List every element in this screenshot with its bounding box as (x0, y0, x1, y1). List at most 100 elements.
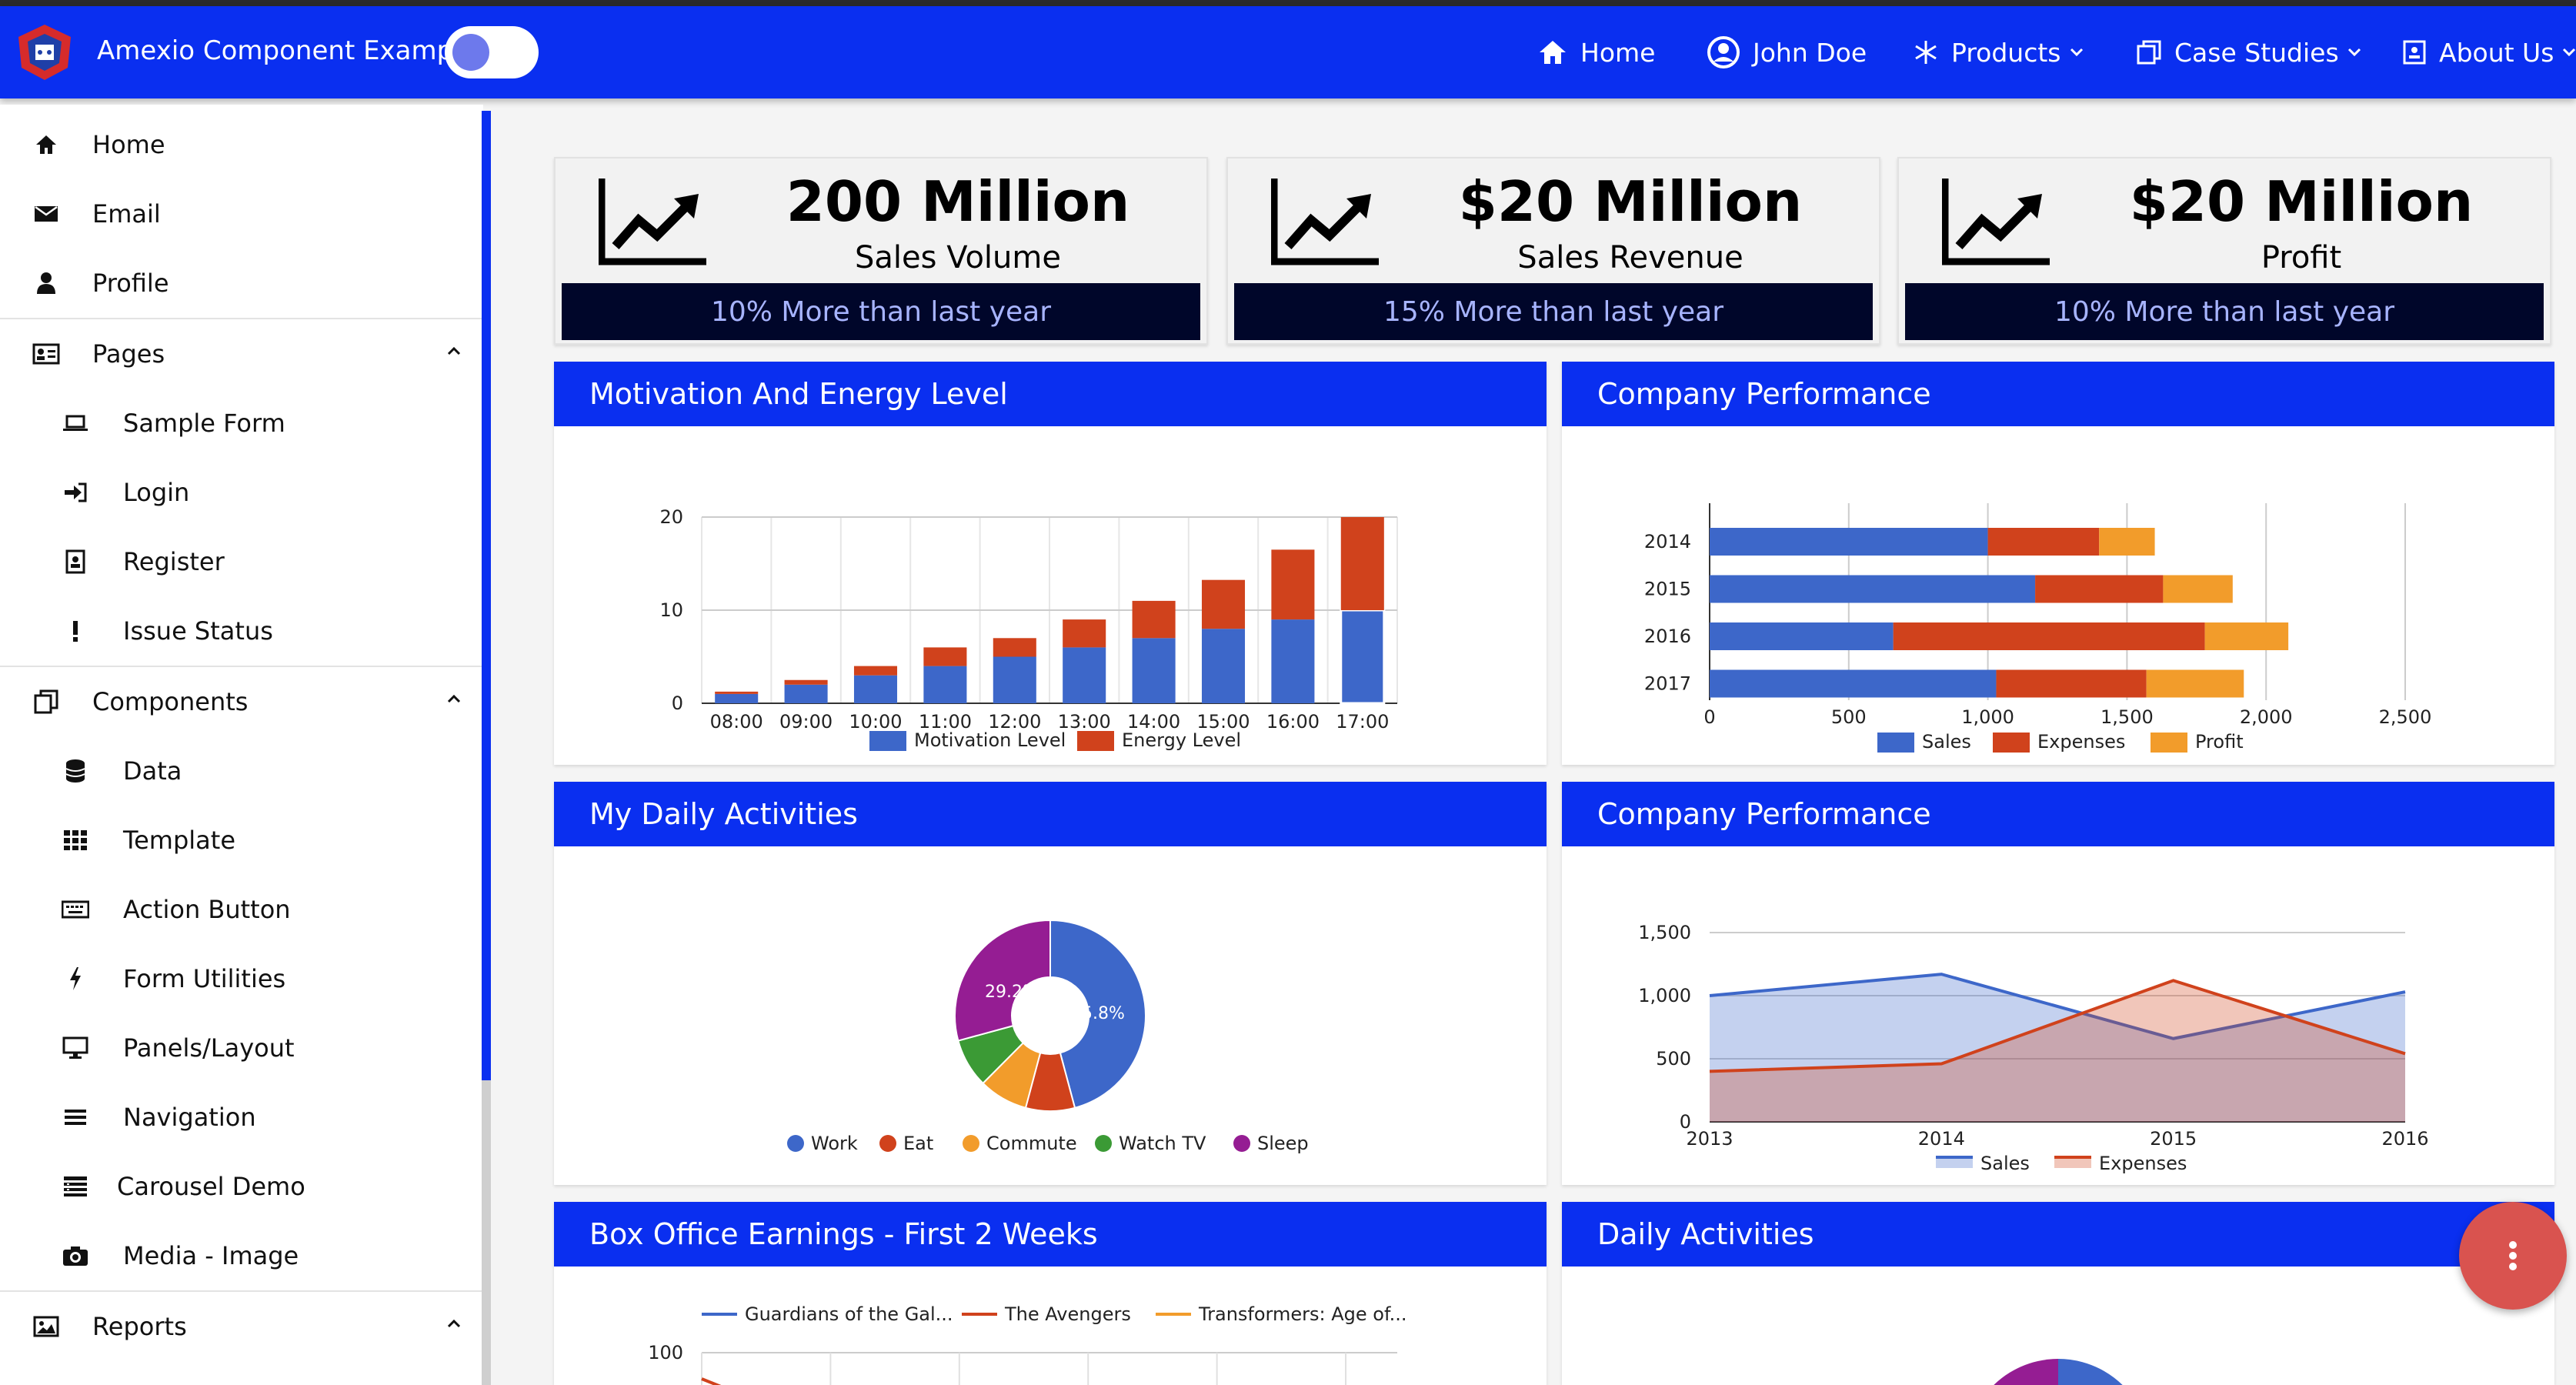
sidebar-item-data[interactable]: Data (0, 736, 482, 806)
sidebar-item-home[interactable]: Home (0, 110, 482, 179)
legend-label: Commute (986, 1133, 1077, 1154)
pie-chart (1994, 1359, 2123, 1385)
sidebar-group-label: Pages (92, 339, 165, 369)
sidebar-item-panels-layout[interactable]: Panels/Layout (0, 1013, 482, 1083)
y-tick-label: 0 (672, 692, 683, 714)
legend-label: Guardians of the Gal... (745, 1303, 953, 1325)
x-tick-label: 2,000 (2240, 706, 2293, 728)
bar-segment (1987, 528, 2100, 556)
sidebar-item-form-utilities[interactable]: Form Utilities (0, 944, 482, 1013)
y-tick-label: 10 (659, 599, 683, 621)
sidebar-item-register[interactable]: Register (0, 527, 482, 596)
sidebar-item-sample-form[interactable]: Sample Form (0, 389, 482, 458)
theme-toggle[interactable] (445, 26, 539, 78)
app-title: Amexio Component Examples (97, 35, 491, 66)
top-navbar: Amexio Component Examples Home John Doe … (0, 6, 2576, 98)
sidebar-item-carousel-demo[interactable]: Carousel Demo (0, 1152, 482, 1221)
sidebar-item-action-button[interactable]: Action Button (0, 875, 482, 944)
kpi-value: $20 Million (1458, 169, 1803, 234)
laptop-icon (62, 409, 89, 437)
horizontal-bar-chart: 0 500 1,000 1,500 2,000 2,500 2014 2015 2016 2017… (1644, 503, 2431, 753)
nav-products[interactable]: Products (1913, 34, 2084, 71)
legend-label: Sales (1922, 731, 1971, 753)
sidebar-item-login[interactable]: Login (0, 458, 482, 527)
bar-segment (923, 647, 967, 666)
sidebar-item-label: Register (123, 547, 225, 576)
area-chart: 05001,0001,5002013 2014 2015 2016Sales Expen… (1638, 922, 2428, 1174)
legend-swatch (1993, 733, 2030, 753)
bolt-icon (62, 965, 89, 993)
bar-segment (1710, 575, 2036, 603)
sidebar-item-label: Panels/Layout (123, 1033, 295, 1063)
pie-slice (2058, 1359, 2123, 1385)
sidebar-group-label: Reports (92, 1312, 187, 1341)
sidebar-item-navigation[interactable]: Navigation (0, 1083, 482, 1152)
chevron-down-icon (2563, 48, 2576, 57)
sidebar-item-label: Profile (92, 269, 169, 298)
kpi-value: 200 Million (786, 169, 1130, 234)
x-tick-label: 2014 (1918, 1128, 1965, 1150)
x-tick-label: 09:00 (779, 711, 833, 733)
slice-label: 29.2% (985, 983, 1039, 1002)
clone-icon (32, 688, 60, 716)
more-actions-button[interactable] (2459, 1202, 2567, 1310)
slice-label: 45.8% (1071, 1004, 1125, 1023)
nav-home[interactable]: Home (1537, 34, 1655, 71)
sidebar-item-issue-status[interactable]: Issue Status (0, 596, 482, 666)
x-tick-label: 16:00 (1266, 711, 1320, 733)
legend-label: Motivation Level (914, 729, 1066, 751)
window-top-edge (0, 0, 2576, 6)
envelope-icon (32, 200, 60, 228)
bar-segment (784, 679, 828, 685)
sidebar-scrollbar-track[interactable] (482, 1080, 491, 1385)
sidebar-item-profile[interactable]: Profile (0, 249, 482, 318)
exclamation-icon (62, 617, 89, 645)
donut-chart: 45.8% 29.2% Work Eat Commute Watch TV Sleep (787, 919, 1309, 1154)
panel-company-performance-area: Company Performance 0 500 1,000 1,500 2013 20… (1562, 782, 2554, 1185)
legend-label: The Avengers (1004, 1303, 1131, 1325)
user-icon (32, 269, 60, 297)
sidebar-item-email[interactable]: Email (0, 179, 482, 249)
stacked-bar-chart: 0102008:00 09:00 10:00 11:00 12:00 13:00 14:00… (659, 506, 1398, 751)
sidebar-group-pages[interactable]: Pages (0, 319, 482, 389)
sidebar-group-components[interactable]: Components (0, 667, 482, 736)
bar-segment (853, 666, 898, 676)
bar-segment (993, 656, 1036, 703)
sidebar-item-template[interactable]: Template (0, 806, 482, 875)
home-icon (32, 131, 60, 159)
image-icon (32, 1313, 60, 1340)
contact-book-icon (62, 548, 89, 576)
bar-segment (2146, 669, 2244, 698)
panel-title: Box Office Earnings - First 2 Weeks (554, 1202, 1547, 1267)
x-tick-label: 2013 (1686, 1128, 1733, 1150)
kpi-trend-note: 10% More than last year (562, 283, 1200, 340)
bar-segment (2163, 575, 2233, 603)
copy-icon (2137, 40, 2161, 65)
legend-swatch (1077, 731, 1114, 751)
chevron-down-icon (2070, 48, 2083, 57)
sidebar-item-label: Issue Status (123, 616, 273, 646)
address-card-icon (32, 340, 60, 368)
nav-case-studies[interactable]: Case Studies (2136, 34, 2362, 71)
sidebar-group-reports[interactable]: Reports (0, 1292, 482, 1361)
panel-title: Company Performance (1562, 362, 2554, 426)
legend-label: Transformers: Age of... (1198, 1303, 1407, 1325)
nav-about-us[interactable]: About Us (2402, 34, 2576, 71)
app-logo[interactable] (15, 23, 74, 82)
sidebar-item-label: Form Utilities (123, 964, 286, 993)
legend-label: Expenses (2099, 1153, 2187, 1174)
chevron-up-icon (447, 1319, 461, 1328)
desktop-icon (62, 1034, 89, 1062)
nav-products-label: Products (1951, 37, 2061, 68)
user-circle-icon (1707, 36, 1740, 68)
nav-case-studies-label: Case Studies (2174, 37, 2339, 68)
bar-segment (993, 638, 1036, 657)
nav-user[interactable]: John Doe (1707, 34, 1867, 71)
sidebar-group-label: Components (92, 687, 249, 716)
sidebar-item-media-image[interactable]: Media - Image (0, 1221, 482, 1290)
sidebar-scrollbar-thumb[interactable] (482, 111, 491, 1080)
y-tick-label: 20 (659, 506, 683, 528)
nav-home-label: Home (1580, 37, 1656, 68)
legend-swatch (1095, 1135, 1112, 1152)
chevron-down-icon (2347, 48, 2361, 57)
